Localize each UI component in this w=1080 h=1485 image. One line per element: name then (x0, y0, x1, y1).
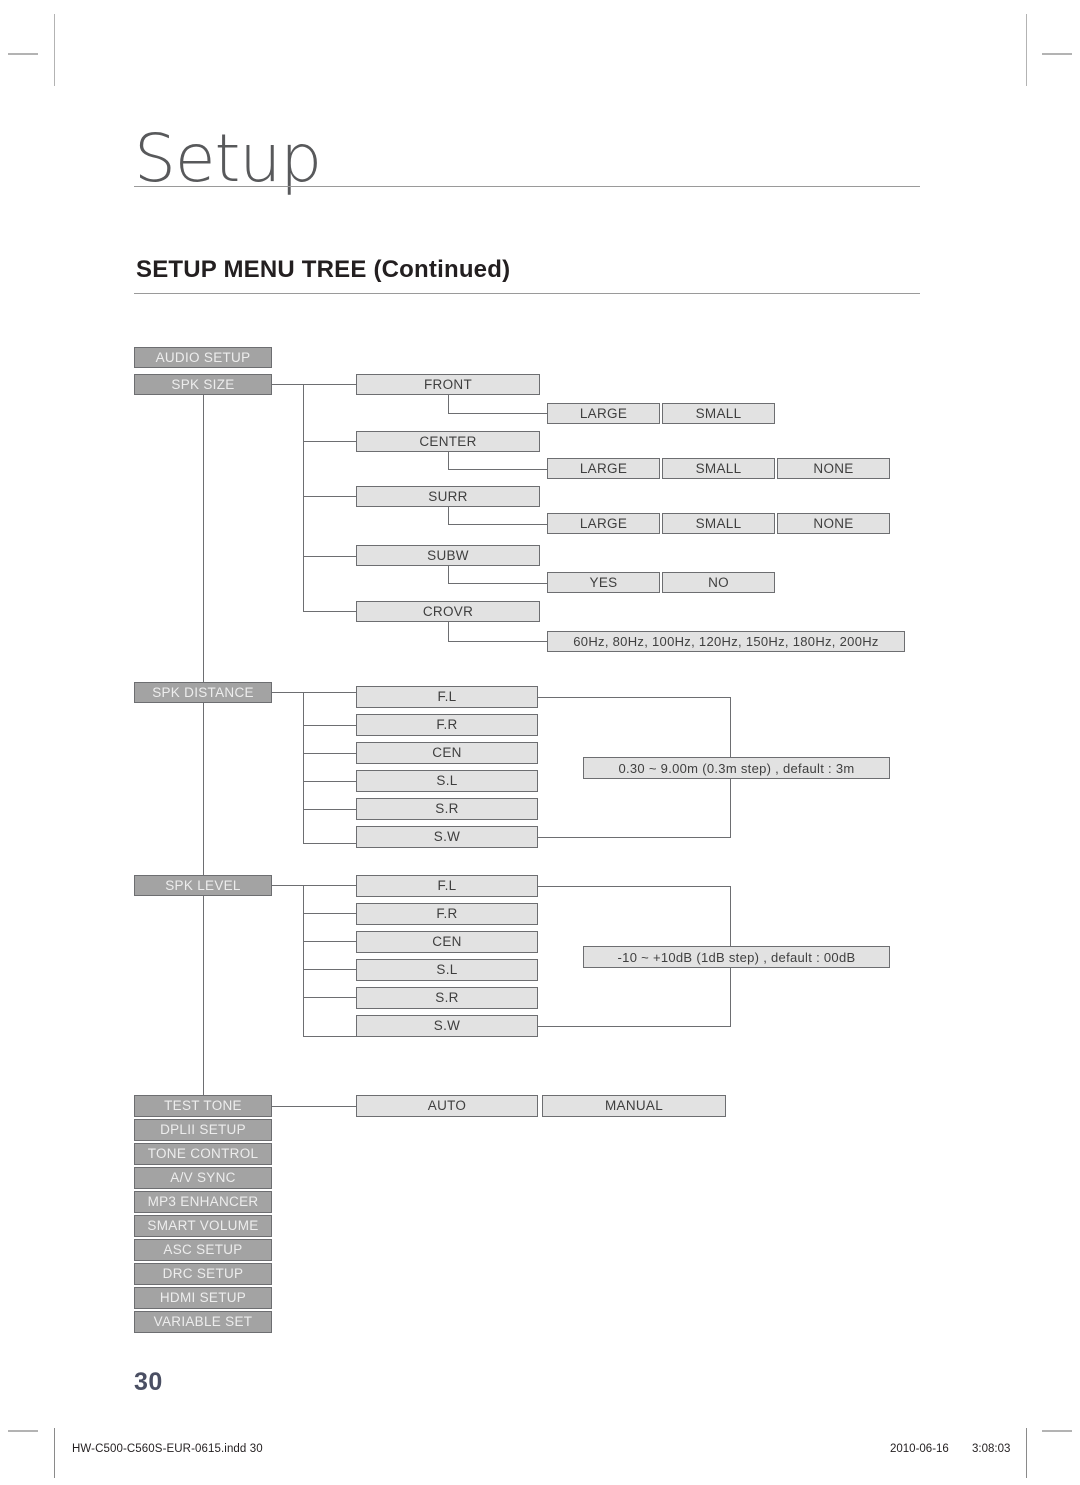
option-subw-no[interactable]: NO (662, 572, 775, 593)
node-tone-control[interactable]: TONE CONTROL (134, 1143, 272, 1165)
option-test-tone-auto[interactable]: AUTO (356, 1095, 538, 1117)
connector-center-to-options (448, 469, 548, 470)
node-lvl-sr[interactable]: S.R (356, 987, 538, 1009)
connector-to-subw (303, 556, 356, 557)
page-number: 30 (134, 1368, 163, 1396)
option-front-large[interactable]: LARGE (547, 403, 660, 424)
node-dist-sw[interactable]: S.W (356, 826, 538, 848)
connector-subw-down (448, 566, 449, 583)
node-lvl-sl[interactable]: S.L (356, 959, 538, 981)
node-variable-set[interactable]: VARIABLE SET (134, 1311, 272, 1333)
connector-crovr-to-options (448, 641, 548, 642)
option-test-tone-manual[interactable]: MANUAL (542, 1095, 726, 1117)
range-spk-level: -10 ~ +10dB (1dB step) , default : 00dB (583, 946, 890, 968)
node-dist-sr[interactable]: S.R (356, 798, 538, 820)
range-spk-distance: 0.30 ~ 9.00m (0.3m step) , default : 3m (583, 757, 890, 779)
footer-date: 2010-06-16 (890, 1443, 949, 1455)
connector-surr-to-options (448, 524, 548, 525)
footer-rule-left (54, 1428, 55, 1478)
connector-main-spine (203, 395, 204, 1103)
connector-spk-distance-bus (303, 692, 304, 843)
connector-to-crovr (303, 611, 356, 612)
node-asc-setup[interactable]: ASC SETUP (134, 1239, 272, 1261)
connector-to-lvl-sr (303, 997, 356, 998)
connector-dist-fl-right (538, 697, 730, 698)
connector-to-center (303, 441, 356, 442)
node-dist-fr[interactable]: F.R (356, 714, 538, 736)
connector-to-lvl-cen (303, 941, 356, 942)
option-surr-none[interactable]: NONE (777, 513, 890, 534)
node-smart-volume[interactable]: SMART VOLUME (134, 1215, 272, 1237)
node-spk-size[interactable]: SPK SIZE (134, 374, 272, 395)
footer-rule-right (1026, 1428, 1027, 1478)
node-surr[interactable]: SURR (356, 486, 540, 507)
connector-to-dist-fr (303, 725, 356, 726)
connector-to-front (303, 384, 356, 385)
option-center-none[interactable]: NONE (777, 458, 890, 479)
connector-to-dist-cen (303, 753, 356, 754)
node-subw[interactable]: SUBW (356, 545, 540, 566)
node-lvl-fl[interactable]: F.L (356, 875, 538, 897)
connector-lvl-fl-right (538, 886, 730, 887)
connector-spk-size-bus (303, 384, 304, 611)
node-spk-distance[interactable]: SPK DISTANCE (134, 682, 272, 703)
connector-subw-to-options (448, 583, 548, 584)
option-center-large[interactable]: LARGE (547, 458, 660, 479)
connector-to-dist-fl (303, 692, 356, 693)
node-dist-sl[interactable]: S.L (356, 770, 538, 792)
connector-to-dist-sr (303, 809, 356, 810)
footer-time: 3:08:03 (972, 1443, 1011, 1455)
option-surr-small[interactable]: SMALL (662, 513, 775, 534)
connector-dist-sw-right (538, 837, 730, 838)
option-front-small[interactable]: SMALL (662, 403, 775, 424)
connector-test-tone-out (272, 1106, 356, 1107)
connector-to-lvl-fl (303, 885, 356, 886)
connector-to-dist-sw (303, 843, 356, 844)
connector-to-lvl-fr (303, 913, 356, 914)
node-drc-setup[interactable]: DRC SETUP (134, 1263, 272, 1285)
connector-spk-level-bus (303, 885, 304, 1036)
node-dist-cen[interactable]: CEN (356, 742, 538, 764)
connector-to-dist-sl (303, 781, 356, 782)
option-subw-yes[interactable]: YES (547, 572, 660, 593)
node-mp3-enhancer[interactable]: MP3 ENHANCER (134, 1191, 272, 1213)
connector-to-lvl-sl (303, 969, 356, 970)
connector-lvl-sw-right (538, 1026, 730, 1027)
node-lvl-cen[interactable]: CEN (356, 931, 538, 953)
option-surr-large[interactable]: LARGE (547, 513, 660, 534)
node-hdmi-setup[interactable]: HDMI SETUP (134, 1287, 272, 1309)
option-crovr-frequencies[interactable]: 60Hz, 80Hz, 100Hz, 120Hz, 150Hz, 180Hz, … (547, 631, 905, 652)
connector-crovr-down (448, 622, 449, 641)
node-audio-setup[interactable]: AUDIO SETUP (134, 347, 272, 368)
node-test-tone[interactable]: TEST TONE (134, 1095, 272, 1117)
connector-front-down (448, 395, 449, 413)
node-dist-fl[interactable]: F.L (356, 686, 538, 708)
connector-to-surr (303, 496, 356, 497)
connector-surr-down (448, 507, 449, 524)
node-dplii-setup[interactable]: DPLII SETUP (134, 1119, 272, 1141)
connector-to-lvl-sw (303, 1036, 356, 1037)
node-crovr[interactable]: CROVR (356, 601, 540, 622)
node-av-sync[interactable]: A/V SYNC (134, 1167, 272, 1189)
option-center-small[interactable]: SMALL (662, 458, 775, 479)
connector-front-to-options (448, 413, 548, 414)
node-front[interactable]: FRONT (356, 374, 540, 395)
node-center[interactable]: CENTER (356, 431, 540, 452)
node-lvl-sw[interactable]: S.W (356, 1015, 538, 1037)
setup-menu-tree-diagram: AUDIO SETUP SPK SIZE FRONT CENTER SURR S… (0, 0, 1080, 1485)
node-spk-level[interactable]: SPK LEVEL (134, 875, 272, 896)
footer-filename: HW-C500-C560S-EUR-0615.indd 30 (72, 1443, 263, 1455)
node-lvl-fr[interactable]: F.R (356, 903, 538, 925)
connector-center-down (448, 452, 449, 469)
